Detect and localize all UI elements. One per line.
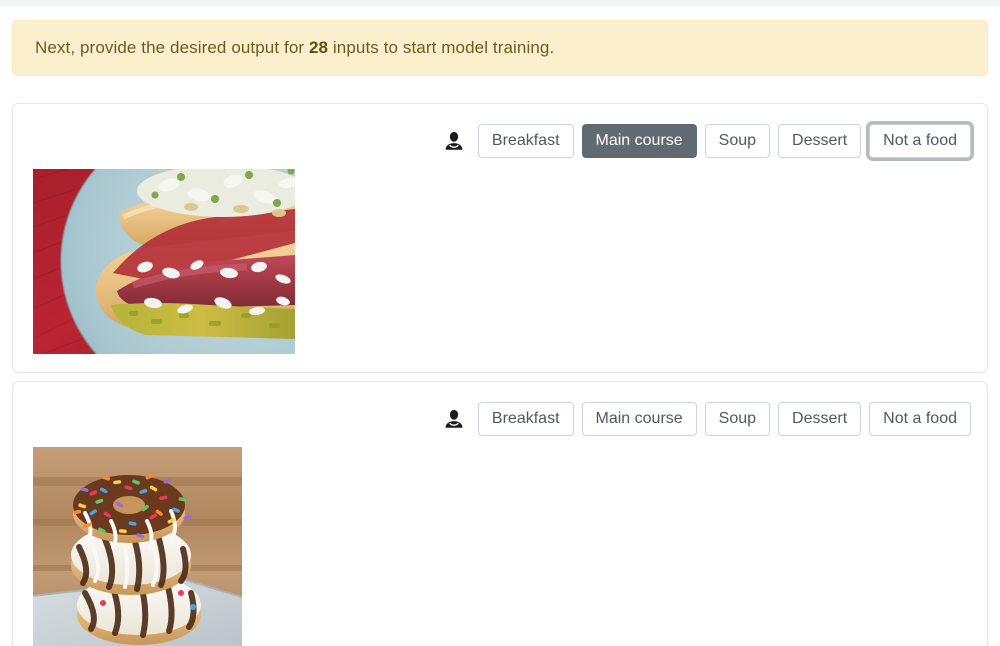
label-button-not-a-food[interactable]: Not a food (869, 402, 971, 436)
person-icon (445, 131, 463, 150)
input-image-hotdog (33, 169, 295, 354)
label-button-soup[interactable]: Soup (704, 402, 771, 436)
label-button-not-a-food[interactable]: Not a food (869, 124, 971, 158)
instruction-banner: Next, provide the desired output for 28 … (12, 20, 988, 76)
hotdog-illustration (33, 169, 295, 354)
labeling-page: Next, provide the desired output for 28 … (0, 0, 1000, 646)
viewport-top-strip (0, 0, 1000, 6)
person-icon (445, 409, 463, 428)
instruction-banner-text: Next, provide the desired output for 28 … (35, 38, 554, 58)
label-choice-row: Breakfast Main course Soup Dessert Not a… (443, 124, 971, 158)
labeling-card: Breakfast Main course Soup Dessert Not a… (12, 381, 988, 646)
labeling-card: Breakfast Main course Soup Dessert Not a… (12, 103, 988, 373)
label-button-main-course[interactable]: Main course (581, 124, 697, 158)
label-button-breakfast[interactable]: Breakfast (477, 124, 574, 158)
label-button-soup[interactable]: Soup (704, 124, 771, 158)
input-image-donuts (33, 447, 242, 646)
label-button-breakfast[interactable]: Breakfast (477, 402, 574, 436)
donuts-illustration (33, 447, 242, 646)
instruction-suffix: inputs to start model training. (328, 37, 555, 57)
label-button-dessert[interactable]: Dessert (778, 124, 862, 158)
instruction-count: 28 (308, 37, 329, 57)
instruction-prefix: Next, provide the desired output for (35, 37, 309, 57)
label-button-dessert[interactable]: Dessert (778, 402, 862, 436)
label-choice-row: Breakfast Main course Soup Dessert Not a… (443, 402, 971, 436)
label-button-main-course[interactable]: Main course (581, 402, 697, 436)
